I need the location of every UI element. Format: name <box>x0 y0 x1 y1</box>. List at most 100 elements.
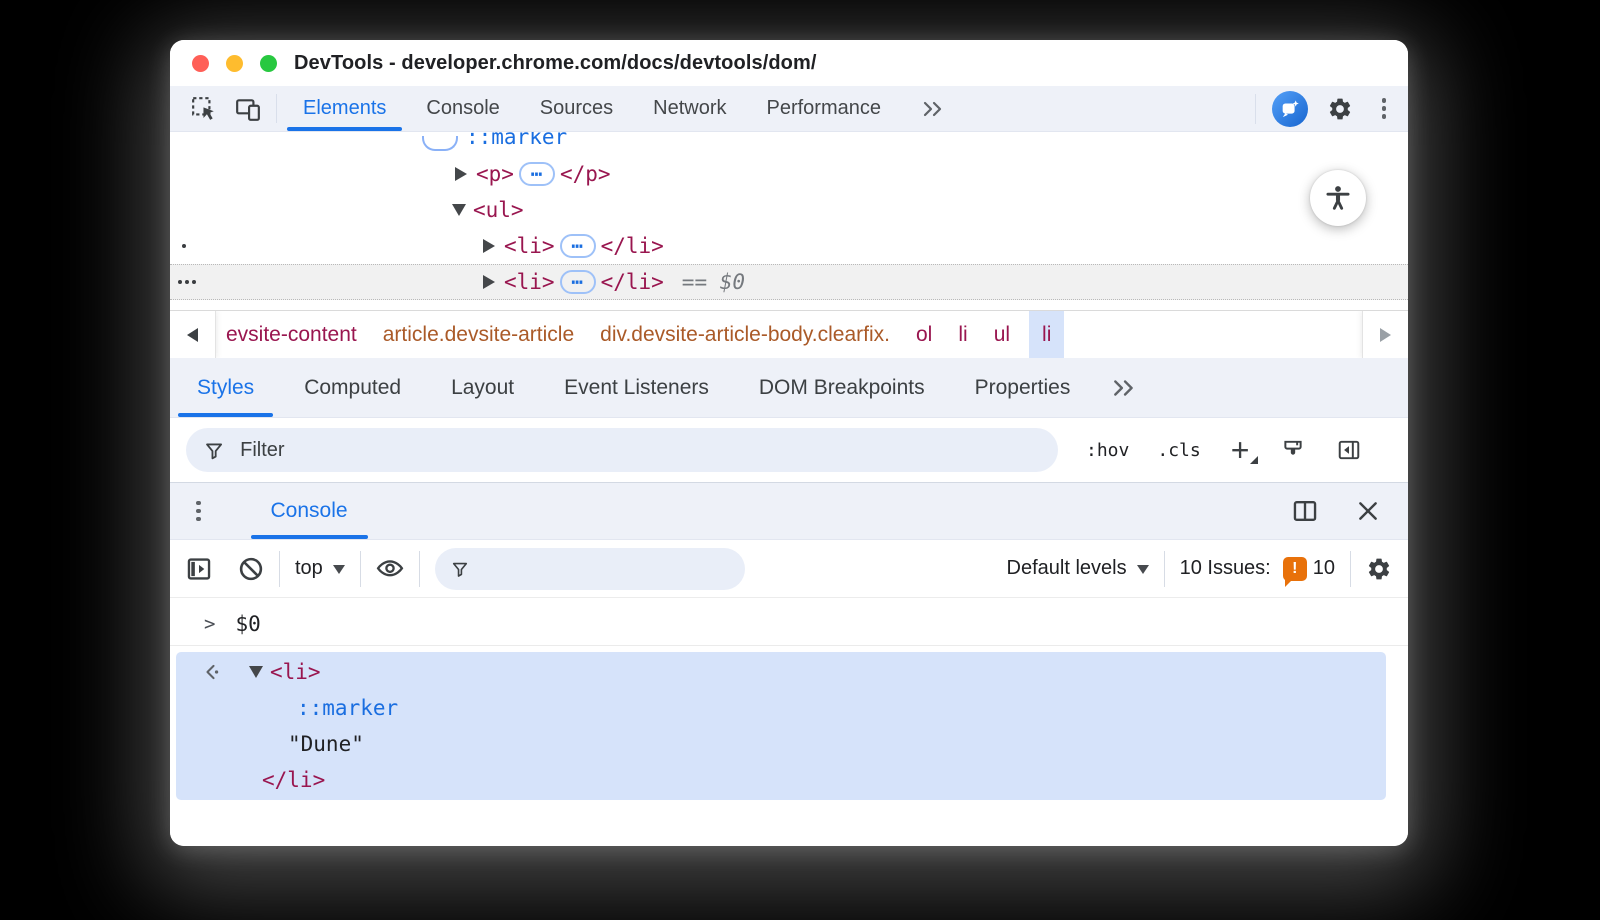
collapsed-content-icon[interactable]: ⋯ <box>519 162 555 186</box>
activity-dots-icon <box>178 280 196 284</box>
console-command-row[interactable]: > $0 <box>170 602 1408 646</box>
expand-arrow-icon[interactable] <box>455 167 467 181</box>
toolbar-divider <box>1255 94 1256 124</box>
collapsed-content-icon <box>422 136 458 151</box>
collapsed-content-icon[interactable]: ⋯ <box>560 234 596 258</box>
breadcrumb-item-article[interactable]: article.devsite-article <box>383 323 574 347</box>
devtools-window: DevTools - developer.chrome.com/docs/dev… <box>170 40 1408 846</box>
expand-arrow-icon[interactable] <box>483 275 495 289</box>
drawer-tab-console[interactable]: Console <box>249 483 370 539</box>
minimize-window-button[interactable] <box>226 55 243 72</box>
more-tabs-icon[interactable] <box>1095 358 1153 417</box>
show-computed-sidebar-icon[interactable] <box>1337 438 1361 462</box>
filter-funnel-icon <box>451 559 469 579</box>
issue-badge-icon: ! <box>1283 557 1307 581</box>
result-marker-pseudo[interactable]: ::marker <box>297 696 398 720</box>
console-toolbar-right: Default levels 10 Issues: ! 10 <box>1007 551 1392 587</box>
close-drawer-icon[interactable] <box>1356 499 1380 523</box>
clear-console-icon[interactable] <box>238 556 264 582</box>
toolbar-divider <box>279 551 280 587</box>
collapse-arrow-icon[interactable] <box>452 204 466 216</box>
breadcrumb-item-li[interactable]: li <box>958 323 967 347</box>
toolbar-right-controls <box>1249 86 1397 131</box>
maximize-window-button[interactable] <box>260 55 277 72</box>
tab-event-listeners[interactable]: Event Listeners <box>539 358 734 417</box>
new-style-rule-button[interactable]: + <box>1231 435 1250 465</box>
console-sidebar-icon[interactable] <box>186 556 212 582</box>
collapse-arrow-icon[interactable] <box>249 666 263 678</box>
breadcrumb: evsite-content article.devsite-article d… <box>170 310 1408 358</box>
drawer-header: Console <box>170 482 1408 540</box>
return-value-icon <box>203 662 223 682</box>
console-filter-field[interactable] <box>435 548 745 590</box>
tab-network[interactable]: Network <box>633 86 746 131</box>
result-li-close: </li> <box>262 768 325 792</box>
window-title: DevTools - developer.chrome.com/docs/dev… <box>294 52 817 75</box>
toolbar-divider <box>419 551 420 587</box>
more-options-icon[interactable] <box>1372 92 1397 125</box>
element-classes-button[interactable]: .cls <box>1157 440 1200 461</box>
expand-arrow-icon[interactable] <box>483 239 495 253</box>
tab-layout[interactable]: Layout <box>426 358 539 417</box>
dollar-zero-hint: $0 <box>720 270 745 294</box>
breadcrumb-item-ol[interactable]: ol <box>916 323 932 347</box>
chevron-down-icon <box>333 565 345 574</box>
drawer-menu-icon[interactable] <box>186 495 211 528</box>
dom-tree-node-p[interactable]: <p> ⋯ </p> <box>170 156 1408 192</box>
result-text-node: "Dune" <box>288 732 364 756</box>
breadcrumb-scroll-right-button[interactable] <box>1362 311 1408 358</box>
collapsed-content-icon[interactable]: ⋯ <box>560 270 596 294</box>
toolbar-divider <box>276 94 277 123</box>
window-controls <box>192 40 277 86</box>
tab-performance[interactable]: Performance <box>747 86 902 131</box>
close-window-button[interactable] <box>192 55 209 72</box>
breadcrumb-item-devsite-content[interactable]: evsite-content <box>226 323 357 347</box>
chevron-left-icon <box>187 328 198 342</box>
live-expression-eye-icon[interactable] <box>376 555 404 583</box>
ai-assistant-icon[interactable] <box>1272 91 1308 127</box>
elements-panel: ::marker <p> ⋯ </p> <ul> <li> ⋯ </li> <l… <box>170 132 1408 310</box>
more-panels-icon[interactable] <box>901 86 965 131</box>
breadcrumb-item-li-selected[interactable]: li <box>1029 311 1064 358</box>
styles-filter-field[interactable] <box>186 428 1058 472</box>
dom-tree-node-li-selected[interactable]: <li> ⋯ </li> == $0 <box>170 264 1408 300</box>
console-command-text: $0 <box>235 612 260 636</box>
device-toolbar-icon[interactable] <box>226 86 270 131</box>
chevron-down-icon <box>1137 565 1149 574</box>
console-settings-icon[interactable] <box>1366 556 1392 582</box>
breadcrumb-scroll-left-button[interactable] <box>170 311 216 358</box>
breadcrumb-item-div[interactable]: div.devsite-article-body.clearfix. <box>600 323 890 347</box>
tab-elements[interactable]: Elements <box>283 86 406 131</box>
filter-funnel-icon <box>204 440 224 461</box>
tab-computed[interactable]: Computed <box>279 358 426 417</box>
tab-console[interactable]: Console <box>406 86 519 131</box>
rendering-emulations-icon[interactable] <box>1281 438 1305 462</box>
toggle-element-state-button[interactable]: :hov <box>1086 440 1129 461</box>
tab-properties[interactable]: Properties <box>950 358 1096 417</box>
tab-styles[interactable]: Styles <box>172 358 279 417</box>
sidebar-tab-bar: Styles Computed Layout Event Listeners D… <box>170 358 1408 418</box>
console-messages: > $0 <li> ::marker "Dune" </li> <box>170 598 1408 846</box>
log-levels-selector[interactable]: Default levels <box>1007 557 1149 580</box>
breadcrumb-item-ul[interactable]: ul <box>994 323 1010 347</box>
toolbar-divider <box>360 551 361 587</box>
execution-context-selector[interactable]: top <box>295 557 345 580</box>
dom-tree-node-marker[interactable]: ::marker <box>170 132 1408 155</box>
result-li-open: <li> <box>270 660 321 684</box>
settings-icon[interactable] <box>1318 96 1362 122</box>
console-filter-input[interactable] <box>479 557 729 581</box>
accessibility-button[interactable] <box>1310 170 1366 226</box>
tab-dom-breakpoints[interactable]: DOM Breakpoints <box>734 358 950 417</box>
issues-counter[interactable]: 10 Issues: ! 10 <box>1180 557 1335 581</box>
dom-tree-node-li[interactable]: <li> ⋯ </li> <box>170 228 1408 264</box>
console-result-block[interactable]: <li> ::marker "Dune" </li> <box>176 652 1386 800</box>
split-panel-icon[interactable] <box>1292 498 1318 524</box>
selected-node-equals: == <box>682 270 707 294</box>
tab-sources[interactable]: Sources <box>520 86 633 131</box>
styles-filter-input[interactable] <box>238 438 1040 463</box>
dom-tree-node-ul[interactable]: <ul> <box>170 192 1408 228</box>
devtools-toolbar: Elements Console Sources Network Perform… <box>170 86 1408 132</box>
toolbar-divider <box>1350 551 1351 587</box>
command-prompt-chevron: > <box>204 613 215 635</box>
inspect-element-icon[interactable] <box>182 86 226 131</box>
